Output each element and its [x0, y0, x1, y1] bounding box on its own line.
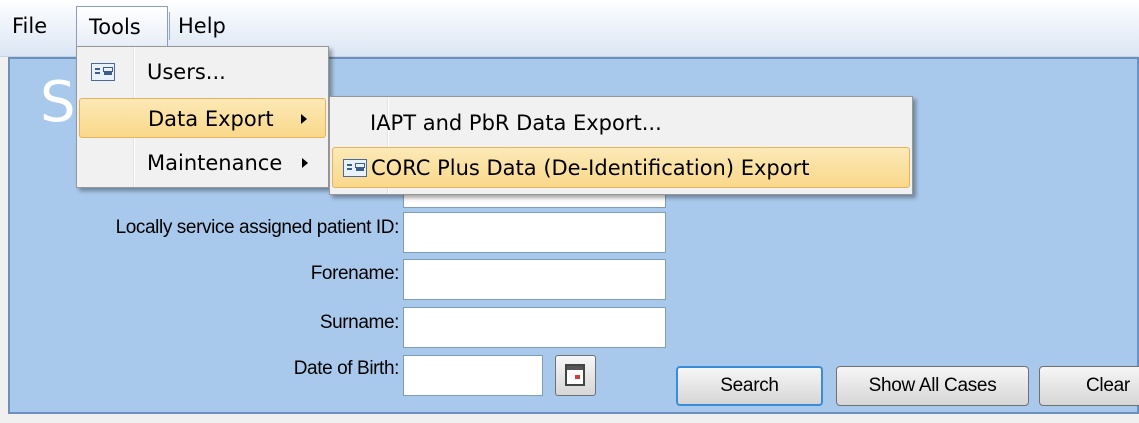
data-export-submenu: IAPT and PbR Data Export... CORC Plus Da…: [329, 96, 913, 195]
menu-item-label: IAPT and PbR Data Export...: [370, 111, 662, 135]
menu-item-label: Data Export: [148, 107, 274, 131]
calendar-icon: [565, 364, 585, 386]
submenu-arrow-icon: [302, 158, 308, 168]
form-icon: [91, 63, 115, 81]
panel-title: S: [40, 70, 76, 135]
form-icon: [343, 159, 367, 177]
search-button[interactable]: Search: [676, 366, 823, 406]
menu-item-users[interactable]: Users...: [79, 52, 326, 92]
forename-label: Forename:: [310, 263, 400, 284]
locally-assigned-id-field[interactable]: [403, 212, 666, 253]
menu-help[interactable]: Help: [170, 6, 234, 46]
menu-tools[interactable]: Tools: [76, 6, 168, 46]
menu-item-corc-plus-export[interactable]: CORC Plus Data (De-Identification) Expor…: [332, 147, 910, 188]
menu-item-iapt-pbr-export[interactable]: IAPT and PbR Data Export...: [332, 103, 910, 144]
show-all-cases-button[interactable]: Show All Cases: [836, 366, 1029, 406]
menu-item-label: CORC Plus Data (De-Identification) Expor…: [371, 156, 810, 180]
dob-field[interactable]: [403, 355, 543, 396]
forename-field[interactable]: [403, 259, 666, 300]
submenu-arrow-icon: [301, 114, 307, 124]
tools-dropdown-menu: Users... Data Export Maintenance: [76, 46, 329, 188]
clear-button[interactable]: Clear: [1039, 366, 1139, 406]
menu-item-label: Users...: [147, 60, 226, 84]
menu-item-label: Maintenance: [147, 151, 283, 175]
menu-file[interactable]: File: [4, 6, 55, 46]
calendar-button[interactable]: [555, 355, 596, 396]
dob-label: Date of Birth:: [293, 358, 400, 379]
menu-item-data-export[interactable]: Data Export: [79, 98, 326, 138]
menu-item-maintenance[interactable]: Maintenance: [79, 143, 326, 183]
surname-field[interactable]: [403, 307, 666, 348]
locally-assigned-id-label: Locally service assigned patient ID:: [115, 217, 400, 238]
surname-label: Surname:: [319, 312, 400, 333]
